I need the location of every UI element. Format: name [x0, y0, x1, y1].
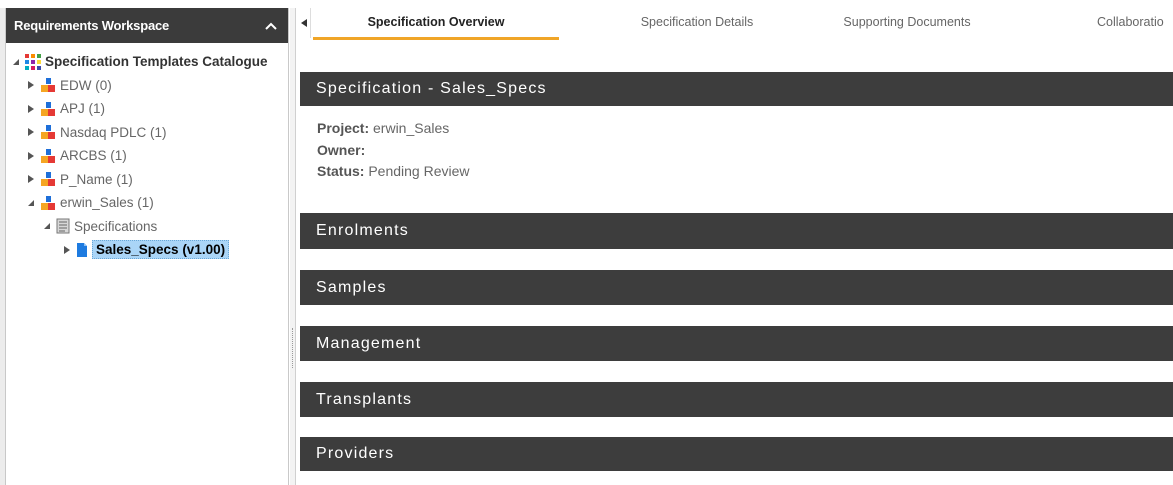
- tree-node-catalogue[interactable]: Specification Templates Catalogue: [6, 50, 288, 74]
- collapsed-triangle-icon[interactable]: [26, 80, 36, 90]
- tab-supporting-documents[interactable]: Supporting Documents: [827, 8, 987, 40]
- tree-node-sales-specs[interactable]: Sales_Specs (v1.00): [6, 238, 288, 262]
- tree-node-label: Specifications: [74, 218, 158, 234]
- tab-specification-overview[interactable]: Specification Overview: [313, 8, 559, 40]
- sidebar-header: Requirements Workspace: [6, 8, 288, 43]
- overview-content: Specification - Sales_Specs Project: erw…: [297, 40, 1173, 485]
- section-bar-enrolments[interactable]: Enrolments: [300, 213, 1173, 249]
- tree-node-label: EDW (0): [60, 77, 112, 93]
- project-icon: [40, 77, 56, 93]
- project-icon: [40, 148, 56, 164]
- catalogue-grid-icon: [25, 53, 41, 70]
- expanded-triangle-icon[interactable]: [42, 221, 52, 231]
- spec-file-icon: [76, 242, 88, 258]
- tree-node-project[interactable]: P_Name (1): [6, 168, 288, 192]
- status-value: Pending Review: [368, 163, 470, 179]
- tab-specification-details[interactable]: Specification Details: [617, 8, 777, 40]
- tree-node-project[interactable]: EDW (0): [6, 74, 288, 98]
- window-frame-top: [0, 0, 1173, 8]
- project-icon: [40, 124, 56, 140]
- collapsed-triangle-icon[interactable]: [26, 151, 36, 161]
- requirements-workspace-panel: Requirements Workspace Specification Tem…: [6, 8, 289, 485]
- tree-node-label: Nasdaq PDLC (1): [60, 124, 167, 140]
- tree-node-project[interactable]: Nasdaq PDLC (1): [6, 121, 288, 145]
- tab-collaboration[interactable]: Collaboratio: [1097, 8, 1173, 40]
- tree-node-label: APJ (1): [60, 101, 106, 117]
- specification-info: Project: erwin_Sales Owner: Status: Pend…: [317, 118, 470, 183]
- project-icon: [40, 195, 56, 211]
- chevron-up-icon: [265, 22, 277, 30]
- tab-scroll-left-button[interactable]: [297, 8, 311, 38]
- expanded-triangle-icon[interactable]: [26, 198, 36, 208]
- section-bar-samples[interactable]: Samples: [300, 270, 1173, 305]
- tree-node-label: Sales_Specs (v1.00): [92, 240, 230, 260]
- section-bar-transplants[interactable]: Transplants: [300, 382, 1173, 417]
- specifications-folder-icon: [56, 218, 70, 234]
- project-value: erwin_Sales: [373, 120, 450, 136]
- section-bar-management[interactable]: Management: [300, 326, 1173, 361]
- project-row: Project: erwin_Sales: [317, 118, 470, 140]
- tree-node-label: erwin_Sales (1): [60, 195, 154, 211]
- owner-key: Owner:: [317, 141, 366, 158]
- specification-header-bar: Specification - Sales_Specs: [300, 72, 1173, 106]
- collapsed-triangle-icon[interactable]: [26, 127, 36, 137]
- collapsed-triangle-icon[interactable]: [26, 174, 36, 184]
- tree-node-specifications-folder[interactable]: Specifications: [6, 215, 288, 239]
- project-icon: [40, 101, 56, 117]
- project-key: Project:: [317, 120, 370, 136]
- section-bar-providers[interactable]: Providers: [300, 437, 1173, 471]
- collapsed-triangle-icon[interactable]: [26, 104, 36, 114]
- tree-node-label: Specification Templates Catalogue: [45, 54, 268, 70]
- collapse-panel-button[interactable]: [264, 19, 278, 33]
- project-icon: [40, 171, 56, 187]
- tab-bar: Specification Overview Specification Det…: [297, 8, 1173, 40]
- tree-node-project[interactable]: APJ (1): [6, 97, 288, 121]
- panel-splitter[interactable]: [290, 8, 296, 485]
- sidebar-title: Requirements Workspace: [14, 18, 170, 33]
- splitter-grip: [292, 328, 293, 368]
- caret-left-icon: [300, 19, 307, 27]
- owner-row: Owner:: [317, 140, 470, 162]
- status-row: Status: Pending Review: [317, 161, 470, 183]
- tree-node-project[interactable]: ARCBS (1): [6, 144, 288, 168]
- catalogue-tree: Specification Templates Catalogue EDW (0…: [6, 43, 288, 262]
- collapsed-triangle-icon[interactable]: [62, 245, 72, 255]
- tree-node-label: ARCBS (1): [60, 148, 127, 164]
- status-key: Status:: [317, 163, 365, 179]
- expanded-triangle-icon[interactable]: [11, 57, 21, 67]
- tree-node-project[interactable]: erwin_Sales (1): [6, 191, 288, 215]
- tree-node-label: P_Name (1): [60, 171, 133, 187]
